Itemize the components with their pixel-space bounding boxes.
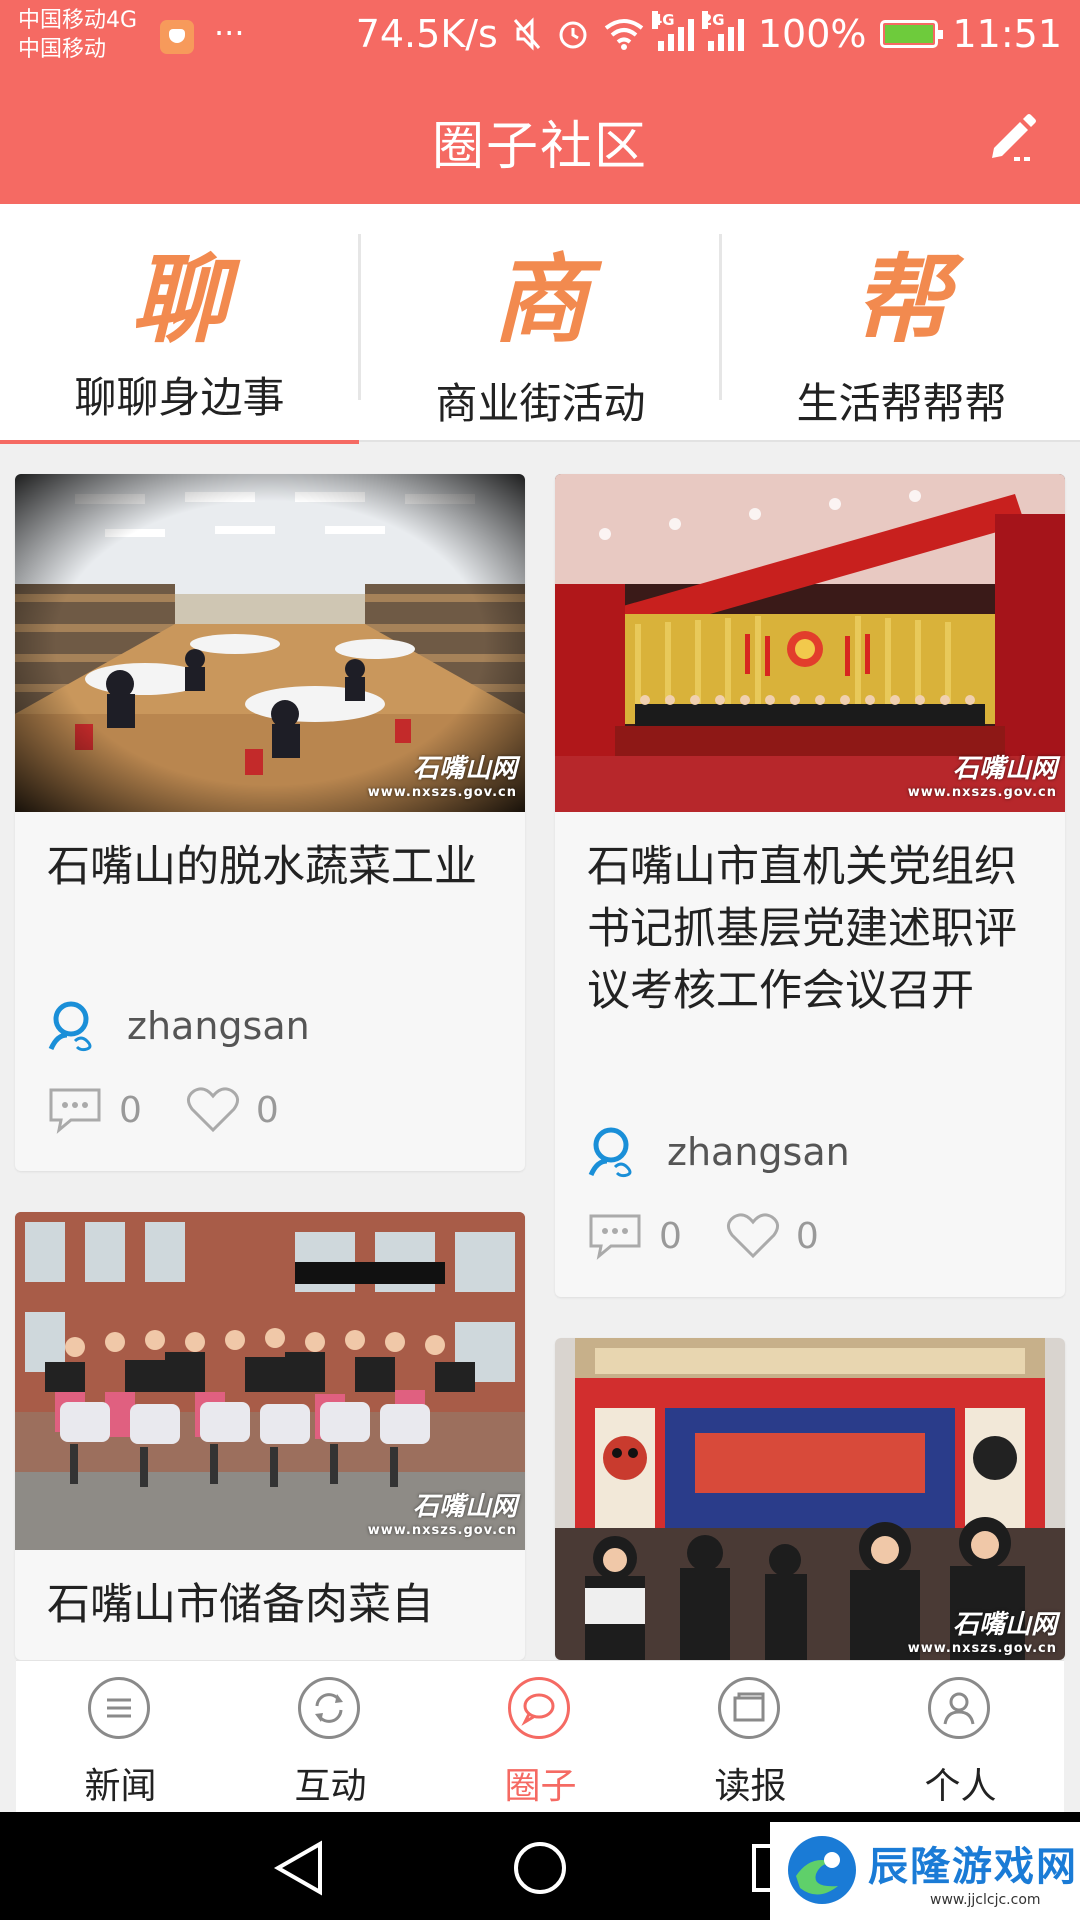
heart-icon[interactable] [186,1086,240,1134]
post-image-donation[interactable]: 石嘴山网 www.nxszs.gov.cn [15,1212,525,1550]
mute-icon [513,17,540,51]
post-card[interactable]: 石嘴山网 www.nxszs.gov.cn 石嘴山市直机关党组织书记抓基层党建述… [555,474,1065,1297]
signal-2g-icon: 2G [701,11,744,51]
nav-label: 个人 [924,1766,997,1807]
help-glyph-icon: 帮 [853,243,950,356]
watermark-name: 石嘴山网 [412,754,517,784]
status-right-group: 74.5K/s 4G 2G 100% 11:51 [355,11,1062,56]
post-stats: 0 0 [587,1208,863,1264]
user-avatar-icon [588,1127,632,1178]
post-title[interactable]: 石嘴山的脱水蔬菜工业 [47,836,505,898]
watermark-url: www.nxszs.gov.cn [907,785,1057,800]
watermark-url: www.nxszs.gov.cn [907,1641,1057,1656]
post-image-library[interactable]: 石嘴山网 www.nxszs.gov.cn [15,474,525,812]
carrier-line-1: 中国移动4G [18,8,138,33]
watermark-badge-text: 辰隆游戏网 [868,1844,1078,1890]
sim2-tag: 2G [701,11,725,29]
chat-bubble-icon [508,1677,570,1739]
health-app-icon [160,20,194,54]
chat-glyph-icon: 聊 [131,243,228,356]
more-notifications-dots: ··· [214,14,245,52]
active-tab-indicator [0,440,359,444]
tab-label: 聊聊身边事 [74,373,285,422]
image-watermark: 石嘴山网 www.nxszs.gov.cn [908,1604,1057,1656]
business-glyph-icon: 商 [492,243,589,356]
sim1-tag: 4G [651,11,675,29]
post-image-theater[interactable]: 石嘴山网 www.nxszs.gov.cn [555,1338,1065,1660]
author-name: zhangsan [127,1004,310,1048]
watermark-url: www.nxszs.gov.cn [367,1523,517,1538]
swirl-logo-icon [788,1836,856,1904]
pencil-icon[interactable] [984,110,1040,166]
nav-newspaper[interactable]: 读报 [646,1661,855,1813]
status-bar: 中国移动4G 中国移动 ··· 74.5K/s 4G 2G 100% 11:51 [0,0,1080,74]
signal-4g-icon: 4G [651,11,694,51]
nav-profile[interactable]: 个人 [856,1661,1065,1813]
nav-label: 圈子 [504,1766,577,1807]
home-icon[interactable] [510,1840,570,1896]
nav-label: 读报 [714,1766,787,1807]
like-count: 0 [795,1215,819,1257]
refresh-circle-icon [298,1677,360,1739]
alarm-icon [559,21,587,49]
post-stats: 0 0 [47,1082,323,1138]
post-card[interactable]: 石嘴山网 www.nxszs.gov.cn 石嘴山市储备肉菜自 [15,1212,525,1660]
nav-label: 互动 [294,1766,367,1807]
nav-interaction[interactable]: 互动 [226,1661,435,1813]
post-title[interactable]: 石嘴山市储备肉菜自 [47,1574,505,1636]
newspaper-icon [718,1677,780,1739]
author-row[interactable]: zhangsan [587,1122,850,1182]
image-watermark: 石嘴山网 www.nxszs.gov.cn [368,1486,517,1538]
carrier-line-2: 中国移动 [18,37,107,62]
tab-business-street[interactable]: 商 商业街活动 [361,204,720,440]
carrier-info: 中国移动4G 中国移动 [18,6,137,64]
tab-label: 商业街活动 [435,379,646,428]
battery-icon [880,20,944,48]
comment-icon[interactable] [587,1212,643,1260]
post-image-conference[interactable]: 石嘴山网 www.nxszs.gov.cn [555,474,1065,812]
site-watermark-badge: 辰隆游戏网 www.jjclcjc.com [770,1822,1080,1920]
tab-label: 生活帮帮帮 [796,379,1007,428]
watermark-url: www.nxszs.gov.cn [367,785,517,800]
watermark-name: 石嘴山网 [952,754,1057,784]
nav-label: 新闻 [84,1766,157,1807]
image-watermark: 石嘴山网 www.nxszs.gov.cn [368,748,517,800]
nav-circle[interactable]: 圈子 [436,1661,645,1813]
clock: 11:51 [952,12,1062,56]
author-name: zhangsan [667,1130,850,1174]
tab-chat-nearby[interactable]: 聊 聊聊身边事 [0,204,359,440]
watermark-name: 石嘴山网 [952,1610,1057,1640]
nav-news[interactable]: 新闻 [16,1661,225,1813]
like-count: 0 [255,1089,279,1131]
tab-life-help[interactable]: 帮 生活帮帮帮 [722,204,1080,440]
page-title: 圈子社区 [431,117,648,177]
user-avatar-icon [48,1001,92,1052]
comment-count: 0 [119,1089,142,1131]
heart-icon[interactable] [726,1212,780,1260]
menu-circle-icon [88,1677,150,1739]
post-card[interactable]: 石嘴山网 www.nxszs.gov.cn [555,1338,1065,1660]
image-watermark: 石嘴山网 www.nxszs.gov.cn [908,748,1057,800]
author-row[interactable]: zhangsan [47,996,310,1056]
comment-icon[interactable] [47,1086,103,1134]
user-icon [928,1677,990,1739]
category-tabs: 聊 聊聊身边事 商 商业街活动 帮 生活帮帮帮 [0,204,1080,444]
wifi-icon [604,19,644,50]
watermark-name: 石嘴山网 [412,1492,517,1522]
post-card[interactable]: 石嘴山网 www.nxszs.gov.cn 石嘴山的脱水蔬菜工业 zhangsa… [15,474,525,1171]
post-title[interactable]: 石嘴山市直机关党组织书记抓基层党建述职评议考核工作会议召开 [587,836,1045,1022]
battery-percent: 100% [757,12,867,56]
net-speed: 74.5K/s [355,12,498,56]
watermark-badge-url: www.jjclcjc.com [930,1892,1041,1908]
bottom-navigation: 新闻 互动 圈子 读报 个人 [16,1660,1064,1813]
back-icon[interactable] [270,1840,330,1896]
comment-count: 0 [659,1215,682,1257]
